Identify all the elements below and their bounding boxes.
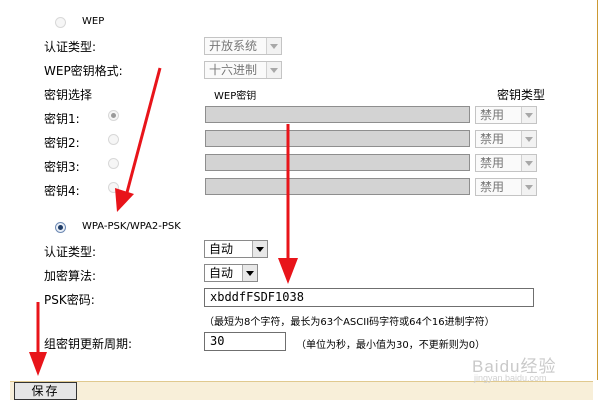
key-3-type-value: 禁用 [480,156,505,170]
key-1-input[interactable] [205,106,470,123]
key-3-label: 密钥3: [44,160,80,174]
chevron-down-icon[interactable] [521,107,536,123]
wep-title: WEP [82,16,105,27]
key-4-type-select[interactable]: 禁用 [475,178,537,196]
rekey-label: 组密钥更新周期: [44,337,133,351]
key-1-radio[interactable] [108,110,119,121]
wep-key-format-select[interactable]: 十六进制 [204,61,282,79]
wep-key-format-label: WEP密钥格式: [44,64,123,78]
wpa-auth-type-value: 自动 [209,242,234,256]
key-2-type-value: 禁用 [480,132,505,146]
wep-auth-type-value: 开放系统 [209,39,258,53]
watermark-url: jingyan.baidu.com [474,373,547,383]
key-select-header: 密钥选择 [44,88,93,102]
wpa-radio[interactable] [55,222,66,233]
wep-key-header: WEP密钥 [214,91,257,102]
key-3-radio[interactable] [108,158,119,169]
chevron-down-icon[interactable] [521,155,536,171]
key-2-type-select[interactable]: 禁用 [475,130,537,148]
chevron-down-icon[interactable] [252,241,267,257]
key-4-label: 密钥4: [44,184,80,198]
footer-bar [10,381,593,400]
chevron-down-icon[interactable] [242,265,257,281]
key-4-input[interactable] [205,178,470,195]
key-type-header: 密钥类型 [497,88,546,102]
wep-auth-type-select[interactable]: 开放系统 [204,37,282,55]
key-2-label: 密钥2: [44,136,80,150]
key-2-input[interactable] [205,130,470,147]
chevron-down-icon[interactable] [521,131,536,147]
psk-input[interactable]: xbddfFSDF1038 [204,288,534,307]
encryption-select[interactable]: 自动 [204,264,258,282]
key-1-label: 密钥1: [44,112,80,126]
wpa-auth-type-select[interactable]: 自动 [204,240,268,258]
key-1-type-value: 禁用 [480,108,505,122]
rekey-input[interactable]: 30 [204,332,286,351]
key-4-type-value: 禁用 [480,180,505,194]
encryption-value: 自动 [209,266,234,280]
wpa-auth-type-label: 认证类型: [44,245,97,259]
psk-hint: （最短为8个字符，最长为63个ASCII码字符或64个16进制字符） [204,317,495,328]
psk-label: PSK密码: [44,293,95,307]
key-4-radio[interactable] [108,182,119,193]
rekey-hint: （单位为秒，最小值为30，不更新则为0） [296,340,486,351]
key-3-type-select[interactable]: 禁用 [475,154,537,172]
wep-key-format-value: 十六进制 [209,63,258,77]
chevron-down-icon[interactable] [266,38,281,54]
wep-auth-type-label: 认证类型: [44,40,97,54]
save-button[interactable]: 保存 [14,382,77,400]
wpa-title: WPA-PSK/WPA2-PSK [82,221,181,232]
chevron-down-icon[interactable] [521,179,536,195]
key-2-radio[interactable] [108,134,119,145]
wireless-security-panel: WEP 认证类型: 开放系统 WEP密钥格式: 十六进制 密钥选择 WEP密钥 … [0,0,598,380]
chevron-down-icon[interactable] [266,62,281,78]
key-3-input[interactable] [205,154,470,171]
wep-radio[interactable] [55,17,66,28]
key-1-type-select[interactable]: 禁用 [475,106,537,124]
encryption-label: 加密算法: [44,269,97,283]
